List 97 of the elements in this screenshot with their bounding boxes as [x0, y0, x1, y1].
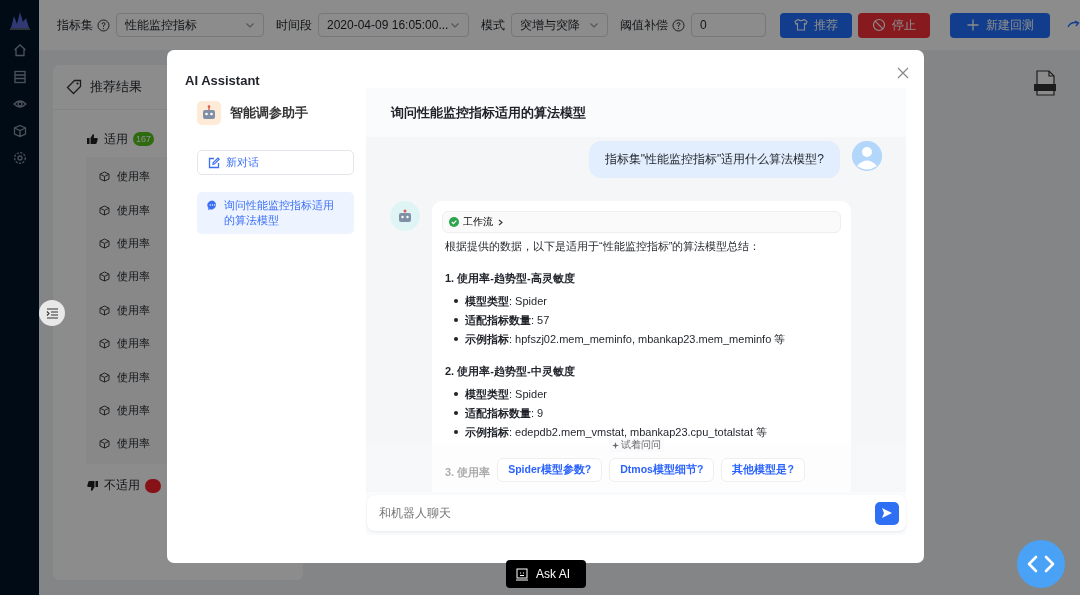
field-label: 指标集 [57, 16, 93, 34]
cube-icon [99, 404, 110, 416]
field-label: 时间段 [276, 16, 312, 34]
list-item: 示例指标: hpfszj02.mem_meminfo, mbankap23.mem_meminfo 等 [465, 331, 786, 346]
caret-icon [589, 20, 599, 30]
item-label[interactable]: 使用率 [117, 235, 150, 251]
item-label[interactable]: 使用率 [117, 302, 150, 318]
cube-icon [99, 438, 110, 450]
bullet-icon [454, 392, 458, 397]
list-icon[interactable] [12, 70, 27, 84]
json-file-icon [1031, 69, 1059, 97]
count-badge: 167 [133, 132, 155, 146]
cube-icon [99, 338, 110, 350]
item-label[interactable]: 使用率 [117, 336, 150, 352]
prohibited-icon [872, 18, 886, 32]
chat-input-field[interactable]: 和机器人聊天 [367, 495, 906, 531]
chat-bubble-icon [207, 200, 218, 211]
settings-icon[interactable] [12, 151, 27, 165]
item-label[interactable]: 使用率 [117, 436, 150, 452]
message-text: 根据提供的数据，以下是适用于“性能监控指标”的算法模型总结： [444, 239, 762, 254]
input-field[interactable]: 0 [691, 13, 766, 37]
thumbs-down-icon [86, 479, 99, 492]
recommend-button[interactable]: 推荐 [780, 12, 852, 38]
item-label[interactable]: 使用率 [117, 169, 150, 185]
tag-icon [66, 79, 82, 95]
code-button[interactable] [1017, 540, 1065, 588]
chat-title: 询问性能监控指标适用的算法模型 [389, 103, 587, 122]
eye-icon[interactable] [12, 97, 27, 111]
create-button[interactable]: 新建回测 [950, 12, 1050, 38]
list-item: 适配指标数量: 9 [465, 406, 544, 421]
item-label[interactable]: 使用率 [117, 369, 150, 385]
edit-icon [208, 156, 220, 169]
send-button[interactable] [875, 501, 899, 525]
group-label[interactable]: 适用 [104, 130, 128, 148]
send-icon [881, 507, 893, 519]
section-heading: 1. 使用率-趋势型-高灵敏度 [445, 271, 576, 286]
user-avatar-icon [852, 141, 882, 171]
suggestions-label: 试着问问 [620, 439, 661, 452]
cube-icon [99, 171, 110, 183]
section-heading: 3. 使用率 [445, 465, 491, 481]
suggestion-chip[interactable]: Dtmos模型细节? [609, 458, 715, 482]
select-field[interactable]: 2020-04-09 16:05:00... [318, 13, 469, 37]
workflow-chip[interactable]: 工作流 [442, 211, 841, 233]
conversation-item[interactable]: 询问性能监控指标适用的算法模型 [197, 192, 354, 234]
robot-icon [397, 208, 413, 224]
field-label: 阈值补偿 [620, 16, 668, 34]
shirt-icon [794, 18, 808, 32]
cube-icon [99, 237, 110, 249]
caret-icon [450, 20, 460, 30]
group-label[interactable]: 不适用 [104, 477, 140, 494]
user-message: 指标集"性能监控指标"适用什么算法模型? [588, 141, 840, 178]
bullet-icon [454, 429, 458, 434]
item-label[interactable]: 使用率 [117, 202, 150, 218]
thumbs-up-icon [86, 133, 99, 145]
select-field[interactable]: 性能监控指标 [116, 13, 264, 37]
cube-icon [99, 304, 110, 316]
cube-icon [99, 204, 110, 216]
caret-icon [245, 20, 255, 30]
bullet-icon [454, 318, 458, 323]
section-heading: 2. 使用率-趋势型-中灵敏度 [445, 364, 576, 380]
ask-ai-button[interactable]: Ask AI [506, 560, 586, 588]
count-badge [145, 478, 161, 493]
home-icon[interactable] [12, 43, 27, 57]
select-field[interactable]: 突增与突降 [511, 13, 608, 37]
list-item: 适配指标数量: 57 [465, 313, 550, 328]
new-chat-button[interactable]: 新对话 [197, 150, 354, 175]
code-icon [1027, 555, 1055, 573]
close-button[interactable] [896, 66, 910, 80]
sparkle-icon [611, 441, 619, 449]
robot-icon [197, 100, 221, 125]
help-icon[interactable] [97, 18, 110, 32]
assistant-name: 智能调参助手 [230, 103, 308, 122]
item-label[interactable]: 使用率 [117, 402, 150, 418]
list-item: 示例指标: edepdb2.mem_vmstat, mbankap23.cpu_totalstat 等 [465, 424, 768, 439]
field-label: 模式 [481, 16, 505, 34]
collapse-button[interactable] [39, 300, 65, 326]
list-item: 模型类型: Spider [465, 387, 547, 402]
bullet-icon [454, 411, 458, 416]
dialog-title: AI Assistant [185, 73, 260, 88]
list-item: 模型类型: Spider [465, 294, 547, 309]
cube-icon[interactable] [12, 124, 27, 138]
cube-icon [99, 271, 110, 283]
suggestion-chip[interactable]: 其他模型是? [721, 458, 805, 482]
close-icon [896, 66, 910, 80]
help-icon[interactable] [672, 18, 685, 32]
bullet-icon [454, 299, 458, 304]
suggestion-chip[interactable]: Spider模型参数? [497, 458, 603, 482]
indent-icon [45, 307, 59, 319]
item-label[interactable]: 使用率 [117, 269, 150, 285]
panel-title: 推荐结果 [90, 78, 142, 96]
bullet-icon [454, 336, 458, 341]
chat-input[interactable]: 和机器人聊天 [377, 505, 875, 521]
robot-face-icon [516, 567, 528, 581]
plus-icon [966, 18, 980, 32]
chevron-icon [497, 218, 504, 226]
cube-icon [99, 371, 110, 383]
stop-button[interactable]: 停止 [858, 12, 930, 38]
